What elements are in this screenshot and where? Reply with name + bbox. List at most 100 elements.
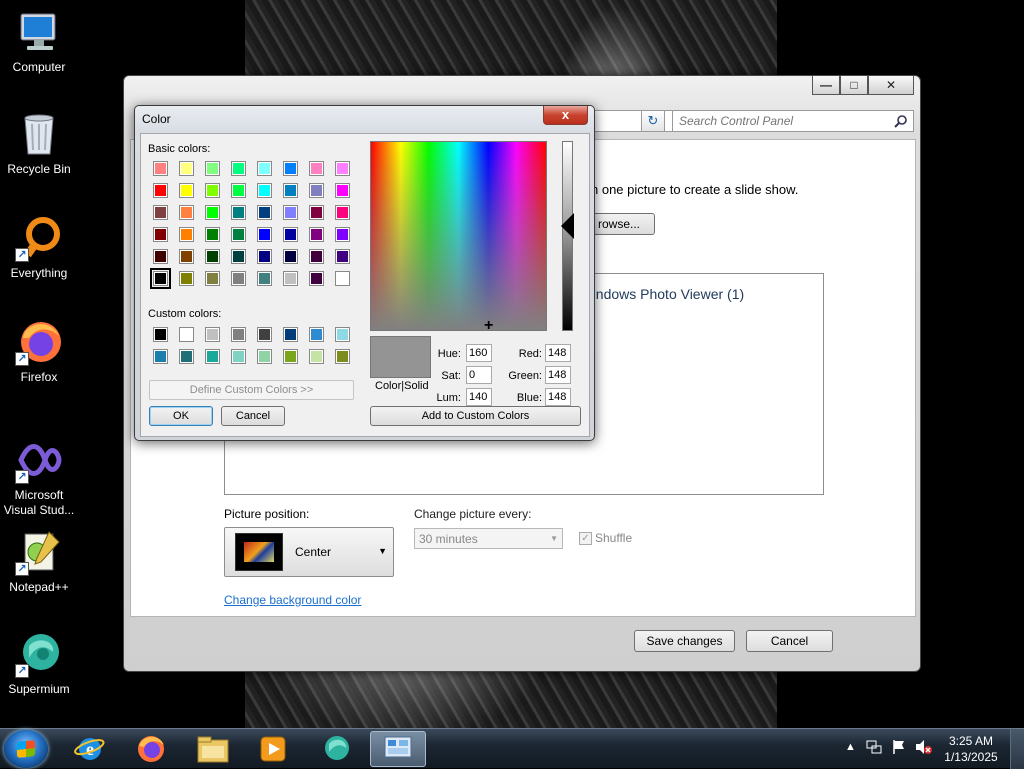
basic-color-swatch[interactable] <box>153 161 168 176</box>
refresh-button[interactable]: ↻ <box>641 110 665 132</box>
desktop-icon-computer[interactable]: Computer <box>0 8 78 75</box>
basic-color-swatch[interactable] <box>283 183 298 198</box>
custom-color-swatch[interactable] <box>153 327 168 342</box>
basic-color-swatch[interactable] <box>205 271 220 286</box>
basic-color-swatch[interactable] <box>179 183 194 198</box>
define-custom-colors-button[interactable]: Define Custom Colors >> <box>149 380 354 400</box>
basic-color-swatch[interactable] <box>150 268 171 289</box>
basic-color-swatch[interactable] <box>335 161 350 176</box>
cancel-button[interactable]: Cancel <box>746 630 833 652</box>
custom-color-swatch[interactable] <box>283 349 298 364</box>
cancel-button[interactable]: Cancel <box>221 406 285 426</box>
change-picture-every-dropdown[interactable]: 30 minutes ▼ <box>414 528 563 549</box>
shuffle-checkbox[interactable]: ✓ Shuffle <box>579 531 632 545</box>
taskbar-internet-explorer[interactable]: e <box>62 731 118 767</box>
minimize-button[interactable]: — <box>812 76 840 95</box>
basic-color-swatch[interactable] <box>335 249 350 264</box>
basic-color-swatch[interactable] <box>179 161 194 176</box>
basic-color-swatch[interactable] <box>283 227 298 242</box>
crosshair-icon[interactable]: + <box>484 318 493 334</box>
desktop-icon-notepadpp[interactable]: ↗ Notepad++ <box>0 528 78 595</box>
basic-color-swatch[interactable] <box>257 205 272 220</box>
basic-color-swatch[interactable] <box>309 161 324 176</box>
basic-color-swatch[interactable] <box>257 271 272 286</box>
basic-color-swatch[interactable] <box>179 205 194 220</box>
basic-color-swatch[interactable] <box>309 205 324 220</box>
custom-color-swatch[interactable] <box>205 349 220 364</box>
custom-color-swatch[interactable] <box>153 349 168 364</box>
basic-color-swatch[interactable] <box>309 249 324 264</box>
taskbar-control-panel[interactable] <box>370 731 426 767</box>
basic-color-swatch[interactable] <box>231 249 246 264</box>
basic-color-swatch[interactable] <box>309 271 324 286</box>
basic-color-swatch[interactable] <box>153 205 168 220</box>
basic-color-swatch[interactable] <box>335 183 350 198</box>
custom-color-swatch[interactable] <box>231 349 246 364</box>
sat-input[interactable] <box>466 366 492 384</box>
close-button[interactable]: ✕ <box>868 76 914 95</box>
custom-color-swatch[interactable] <box>309 349 324 364</box>
slider-arrow-icon[interactable] <box>561 213 574 239</box>
color-spectrum[interactable]: + <box>370 141 547 334</box>
desktop-icon-firefox[interactable]: ↗ Firefox <box>0 318 78 385</box>
basic-color-swatch[interactable] <box>231 161 246 176</box>
custom-color-swatch[interactable] <box>205 327 220 342</box>
search-box[interactable] <box>672 110 914 132</box>
custom-color-swatch[interactable] <box>335 349 350 364</box>
basic-color-swatch[interactable] <box>205 183 220 198</box>
basic-color-swatch[interactable] <box>283 249 298 264</box>
basic-color-swatch[interactable] <box>257 249 272 264</box>
custom-color-swatch[interactable] <box>335 327 350 342</box>
desktop-icon-supermium[interactable]: ↗ Supermium <box>0 630 78 697</box>
action-center-flag-icon[interactable] <box>891 739 907 758</box>
basic-color-swatch[interactable] <box>283 271 298 286</box>
basic-color-swatch[interactable] <box>335 205 350 220</box>
maximize-button[interactable]: □ <box>840 76 868 95</box>
basic-color-swatch[interactable] <box>335 227 350 242</box>
custom-color-swatch[interactable] <box>179 349 194 364</box>
custom-color-swatch[interactable] <box>309 327 324 342</box>
desktop-icon-visual-studio[interactable]: ↗ Microsoft Visual Stud... <box>0 436 78 518</box>
system-clock[interactable]: 3:25 AM 1/13/2025 <box>936 733 1006 765</box>
basic-color-swatch[interactable] <box>335 271 350 286</box>
taskbar-supermium[interactable] <box>308 731 364 767</box>
basic-color-swatch[interactable] <box>257 227 272 242</box>
custom-color-swatch[interactable] <box>179 327 194 342</box>
basic-color-swatch[interactable] <box>231 183 246 198</box>
network-icon[interactable] <box>866 739 882 758</box>
search-icon[interactable] <box>894 114 908 131</box>
custom-color-swatch[interactable] <box>231 327 246 342</box>
red-input[interactable] <box>545 344 571 362</box>
save-changes-button[interactable]: Save changes <box>634 630 735 652</box>
change-background-color-link[interactable]: Change background color <box>224 593 361 607</box>
search-input[interactable] <box>673 111 883 131</box>
basic-color-swatch[interactable] <box>257 183 272 198</box>
show-hidden-icons-icon[interactable]: ▲ <box>845 741 856 753</box>
basic-color-swatch[interactable] <box>309 183 324 198</box>
picture-position-dropdown[interactable]: Center ▼ <box>224 527 394 577</box>
basic-color-swatch[interactable] <box>283 205 298 220</box>
blue-input[interactable] <box>545 388 571 406</box>
basic-color-swatch[interactable] <box>179 271 194 286</box>
desktop-icon-everything[interactable]: ↗ Everything <box>0 214 78 281</box>
basic-color-swatch[interactable] <box>205 205 220 220</box>
basic-color-swatch[interactable] <box>257 161 272 176</box>
volume-muted-icon[interactable] <box>915 739 933 758</box>
green-input[interactable] <box>545 366 571 384</box>
custom-color-swatch[interactable] <box>257 327 272 342</box>
basic-color-swatch[interactable] <box>179 227 194 242</box>
start-button[interactable] <box>4 730 48 768</box>
basic-color-swatch[interactable] <box>283 161 298 176</box>
custom-color-swatch[interactable] <box>257 349 272 364</box>
taskbar-media-player[interactable] <box>245 731 301 767</box>
basic-color-swatch[interactable] <box>309 227 324 242</box>
basic-color-swatch[interactable] <box>231 205 246 220</box>
basic-color-swatch[interactable] <box>205 249 220 264</box>
show-desktop-button[interactable] <box>1010 729 1024 769</box>
basic-color-swatch[interactable] <box>231 227 246 242</box>
basic-color-swatch[interactable] <box>153 183 168 198</box>
basic-color-swatch[interactable] <box>153 227 168 242</box>
taskbar-file-explorer[interactable] <box>185 731 241 767</box>
basic-color-swatch[interactable] <box>205 161 220 176</box>
hue-input[interactable] <box>466 344 492 362</box>
